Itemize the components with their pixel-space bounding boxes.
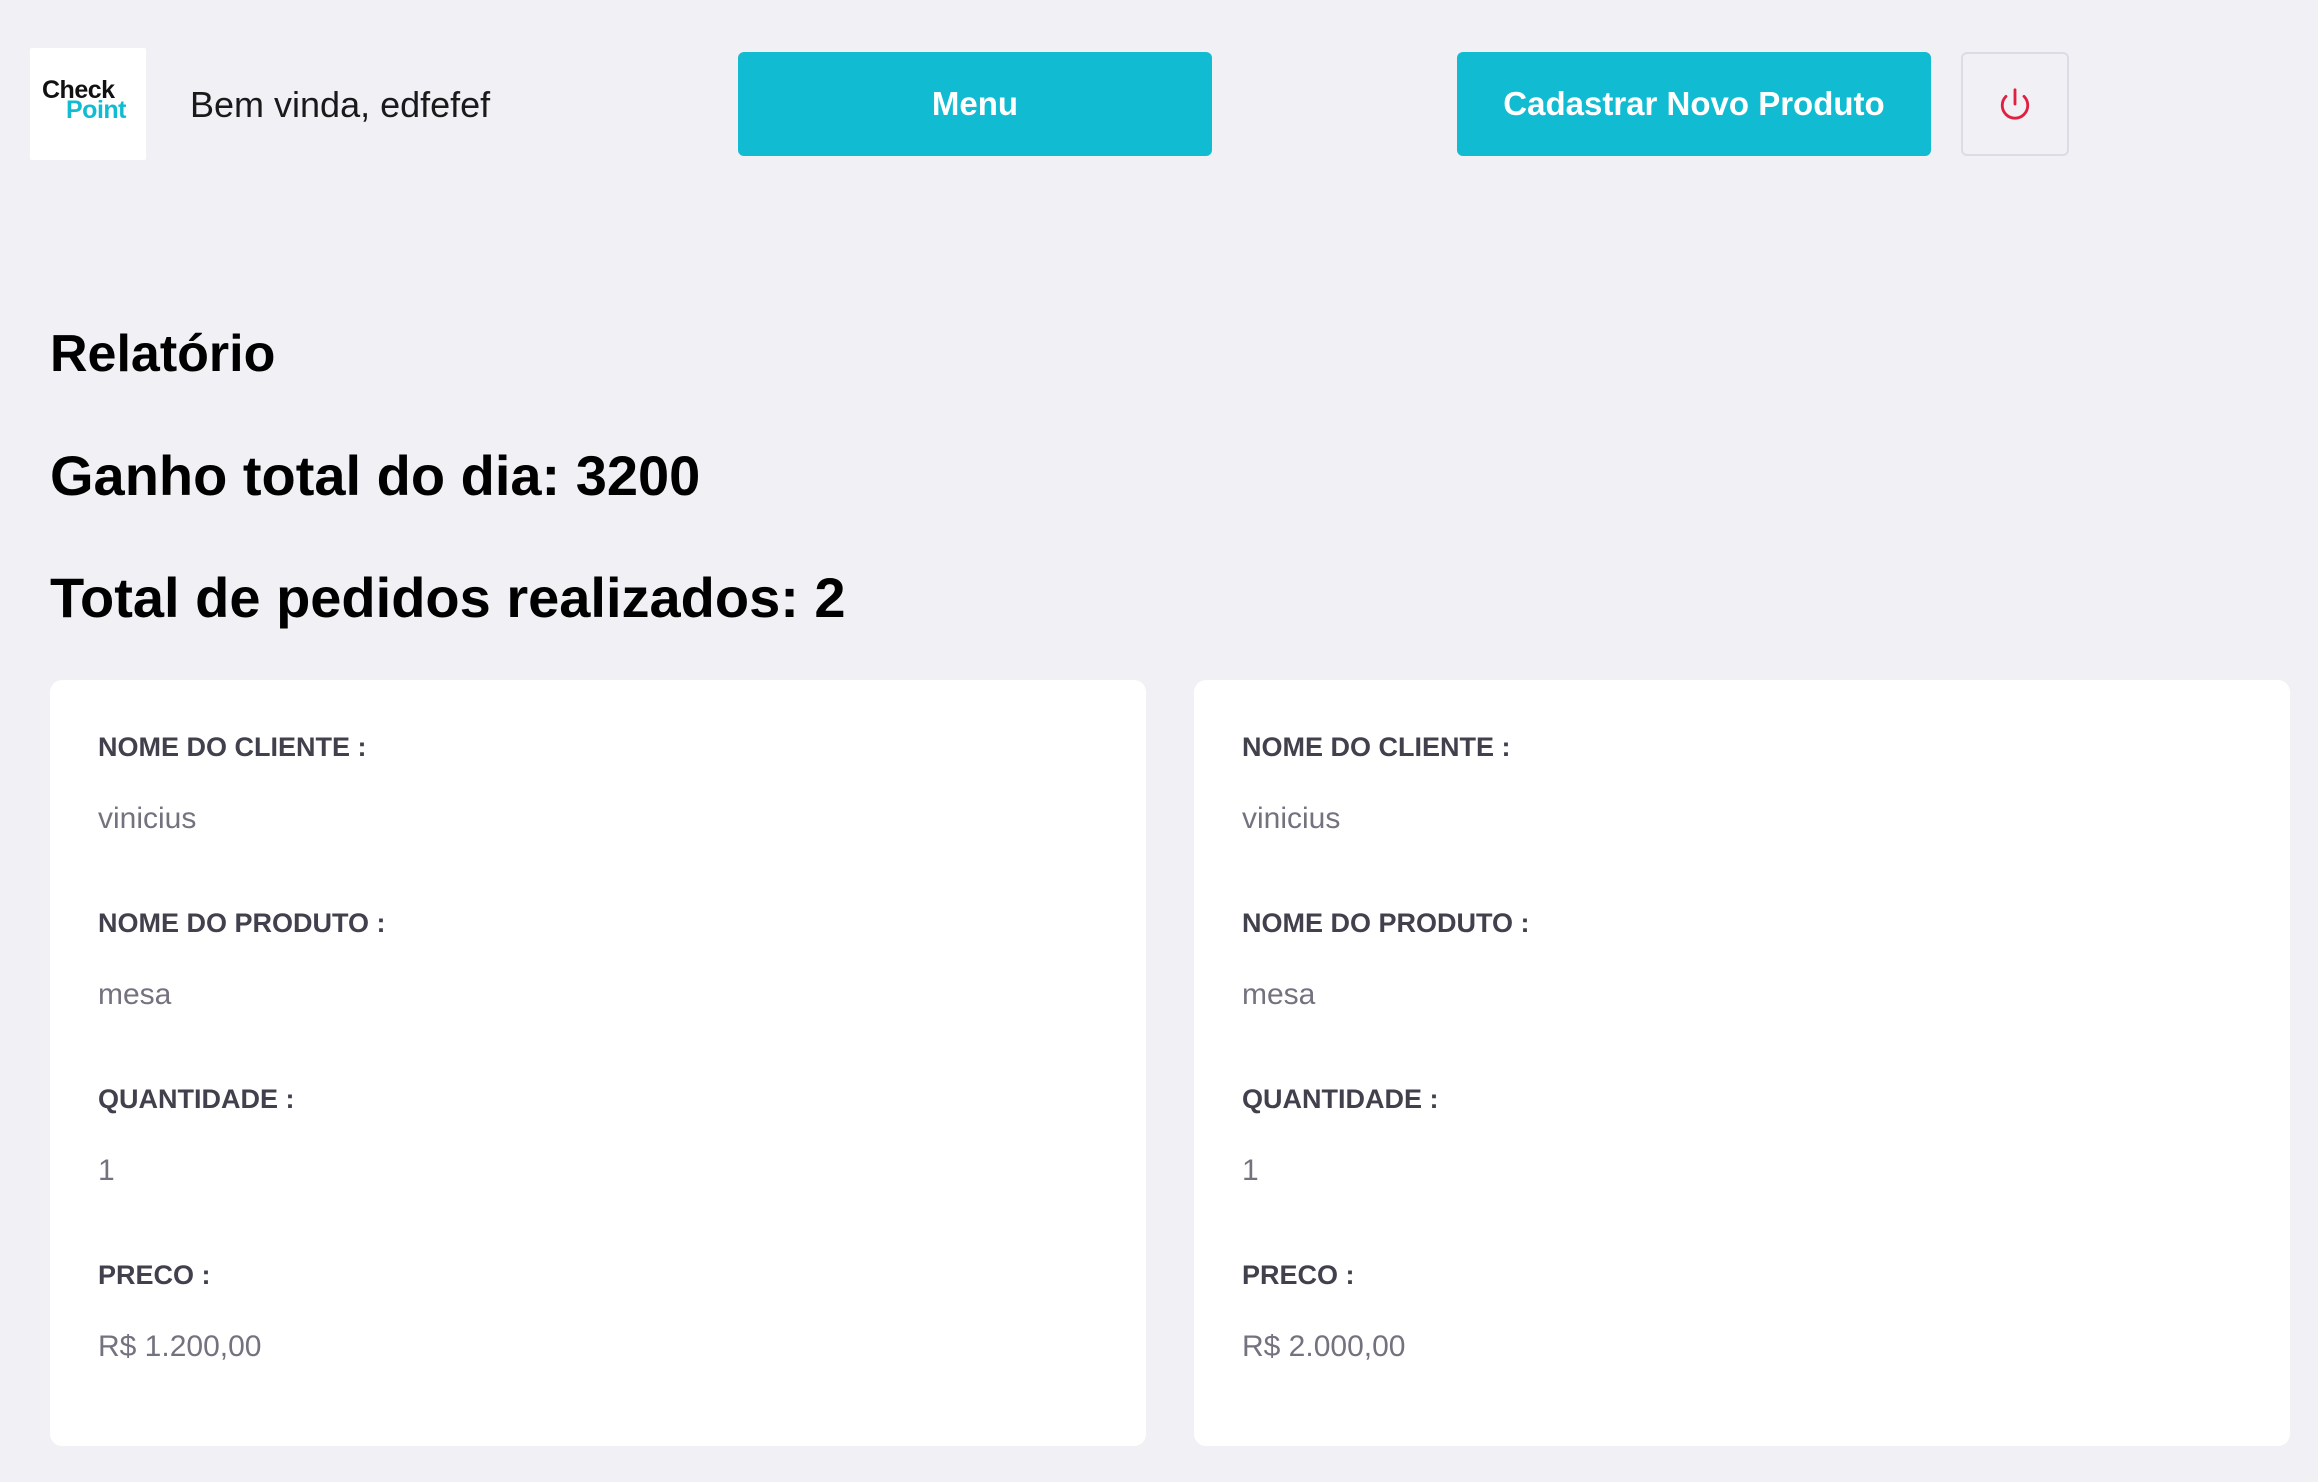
quantity-value: 1 [98, 1154, 115, 1187]
welcome-text: Bem vinda, edfefef [190, 84, 491, 125]
logo-text-point: Point [66, 96, 127, 124]
power-icon [1998, 87, 2032, 121]
quantity-value: 1 [1242, 1154, 1259, 1187]
order-card: NOME DO CLIENTE : vinicius NOME DO PRODU… [50, 680, 1146, 1446]
page-title: Relatório [50, 325, 276, 383]
price-value: R$ 2.000,00 [1242, 1330, 1406, 1363]
logout-button[interactable] [1961, 52, 2069, 156]
quantity-label: QUANTIDADE : [1242, 1084, 1439, 1114]
price-value: R$ 1.200,00 [98, 1330, 262, 1363]
client-name-label: NOME DO CLIENTE : [1242, 732, 1511, 762]
price-label: PRECO : [98, 1260, 211, 1290]
product-name-value: mesa [98, 978, 172, 1011]
product-name-value: mesa [1242, 978, 1316, 1011]
client-name-value: vinicius [98, 802, 197, 835]
daily-total-earnings: Ganho total do dia: 3200 [50, 444, 701, 507]
client-name-value: vinicius [1242, 802, 1341, 835]
logo: Check Point [30, 48, 146, 160]
order-card: NOME DO CLIENTE : vinicius NOME DO PRODU… [1194, 680, 2290, 1446]
price-label: PRECO : [1242, 1260, 1355, 1290]
menu-button[interactable]: Menu [738, 52, 1212, 156]
quantity-label: QUANTIDADE : [98, 1084, 295, 1114]
product-name-label: NOME DO PRODUTO : [98, 908, 386, 938]
total-orders: Total de pedidos realizados: 2 [50, 566, 846, 629]
cadastrar-novo-produto-button[interactable]: Cadastrar Novo Produto [1457, 52, 1931, 156]
client-name-label: NOME DO CLIENTE : [98, 732, 367, 762]
product-name-label: NOME DO PRODUTO : [1242, 908, 1530, 938]
